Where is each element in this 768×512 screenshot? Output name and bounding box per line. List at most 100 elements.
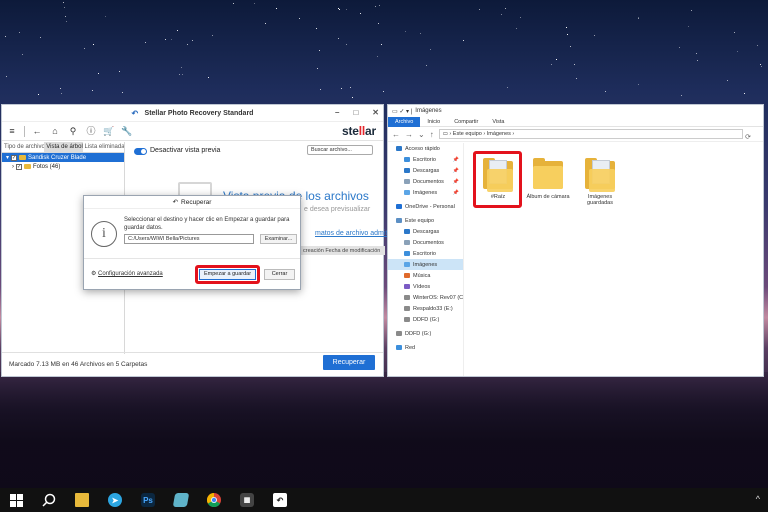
- sidebar-item[interactable]: Descargas 📌: [388, 165, 463, 176]
- refresh-icon[interactable]: ⟳: [745, 133, 751, 141]
- sidebar-item[interactable]: Imágenes 📌: [388, 187, 463, 198]
- cart-icon[interactable]: 🛒: [103, 125, 115, 137]
- sidebar-item[interactable]: Descargas: [388, 226, 463, 237]
- browse-button[interactable]: Examinar...: [260, 234, 297, 244]
- ribbon-tab-view[interactable]: Vista: [485, 117, 511, 127]
- tree-item-fotos[interactable]: › ✓ Fotos (46): [2, 162, 124, 171]
- sidebar-item[interactable]: Documentos 📌: [388, 176, 463, 187]
- star: [507, 86, 509, 88]
- ribbon-tab-share[interactable]: Compartir: [447, 117, 485, 127]
- explorer-title-bar: ▭ ✓ ▾ | Imágenes: [388, 105, 763, 117]
- toolbar-divider: [24, 125, 25, 137]
- advanced-settings-link[interactable]: ⚙ Configuración avanzada: [91, 270, 163, 277]
- sidebar-item[interactable]: DDFD (G:): [388, 328, 463, 339]
- sidebar-item[interactable]: Vídeos: [388, 281, 463, 292]
- search-input[interactable]: Buscar archivo...: [307, 145, 373, 155]
- star: [122, 92, 124, 94]
- star: [463, 40, 465, 42]
- pin-icon[interactable]: 📌: [453, 190, 459, 196]
- folder-item[interactable]: Álbum de cámara: [526, 157, 570, 200]
- preview-toggle[interactable]: [134, 148, 147, 155]
- folder-label: Imágenes guardadas: [587, 194, 613, 206]
- star: [264, 23, 266, 25]
- taskbar-stellar[interactable]: ↶: [267, 488, 293, 512]
- forward-icon[interactable]: →: [405, 130, 413, 139]
- sidebar-item[interactable]: Red: [388, 342, 463, 353]
- star: [145, 41, 147, 43]
- back-icon[interactable]: ←: [392, 130, 400, 139]
- tree-item-drive[interactable]: ▾ ✓ Sandisk Cruzer Blade: [2, 153, 124, 162]
- stellar-app-icon: ↶: [273, 493, 287, 507]
- expand-icon[interactable]: ›: [12, 164, 14, 170]
- pin-icon[interactable]: 📌: [453, 157, 459, 163]
- maximize-button[interactable]: □: [353, 108, 358, 117]
- collapse-icon[interactable]: ▾: [6, 154, 9, 161]
- tools-icon[interactable]: 🔧: [121, 125, 133, 137]
- star: [171, 39, 173, 40]
- checkbox[interactable]: ✓: [16, 163, 22, 170]
- star: [555, 58, 557, 60]
- destination-path-field[interactable]: C:/Users/WIWI Bella/Pictures: [124, 234, 254, 244]
- taskbar-file-explorer[interactable]: [69, 488, 95, 512]
- sidebar-item[interactable]: Acceso rápido: [388, 143, 463, 154]
- dialog-message: Seleccionar el destino y hacer clic en E…: [124, 217, 290, 231]
- sidebar-item[interactable]: Este equipo: [388, 215, 463, 226]
- ribbon-tab-home[interactable]: Inicio: [420, 117, 447, 127]
- quick-access-toolbar-icon[interactable]: ▭ ✓ ▾ |: [392, 108, 412, 115]
- star: [638, 84, 639, 86]
- sidebar-item[interactable]: Música: [388, 270, 463, 281]
- pin-icon[interactable]: 📌: [453, 168, 459, 174]
- sidebar-item[interactable]: Documentos: [388, 237, 463, 248]
- star: [695, 52, 697, 54]
- ribbon-tab-file[interactable]: Archivo: [388, 116, 421, 127]
- tab-file-type[interactable]: Tipo de archivo: [2, 142, 44, 152]
- close-button[interactable]: ✕: [372, 108, 379, 117]
- column-header[interactable]: creación Fecha de modificación: [301, 246, 385, 255]
- menu-icon[interactable]: ≡: [6, 125, 18, 137]
- start-save-button[interactable]: Empezar a guardar: [199, 269, 256, 280]
- tab-tree-view[interactable]: Vista de árbol: [44, 142, 83, 152]
- recover-button[interactable]: Recuperar: [323, 355, 375, 370]
- start-button[interactable]: [3, 488, 29, 512]
- taskbar-telegram[interactable]: ➤: [102, 488, 128, 512]
- star: [756, 44, 758, 46]
- search-button[interactable]: [36, 488, 62, 512]
- taskbar-notepad[interactable]: [168, 488, 194, 512]
- file-explorer-icon: [75, 493, 89, 507]
- sidebar-item[interactable]: WinterOS: Rev07 (C: [388, 292, 463, 303]
- windows-icon: [9, 493, 23, 507]
- star: [345, 9, 347, 11]
- sidebar-item[interactable]: Escritorio: [388, 248, 463, 259]
- tray-chevron-icon[interactable]: ^: [756, 494, 760, 504]
- sidebar-item[interactable]: Imágenes: [388, 259, 463, 270]
- stellar-toolbar: ≡ ← ⌂ ⚲ ⓘ 🛒 🔧: [2, 122, 383, 141]
- sidebar-item[interactable]: Respaldo33 (E:): [388, 303, 463, 314]
- star: [405, 31, 407, 33]
- taskbar-photoshop[interactable]: Ps: [135, 488, 161, 512]
- folder-item[interactable]: #Raíz: [476, 157, 520, 200]
- folder-item[interactable]: Imágenes guardadas: [578, 157, 622, 206]
- sidebar-item[interactable]: OneDrive - Personal: [388, 201, 463, 212]
- star: [212, 35, 214, 37]
- tab-deleted-list[interactable]: Lista eliminada: [83, 142, 125, 152]
- sidebar-item[interactable]: Escritorio 📌: [388, 154, 463, 165]
- checkbox[interactable]: ✓: [11, 154, 18, 161]
- taskbar-calculator[interactable]: ▦: [234, 488, 260, 512]
- up-icon[interactable]: ↑: [430, 130, 434, 139]
- recent-dropdown-icon[interactable]: ⌄: [418, 130, 425, 139]
- star: [733, 32, 735, 34]
- taskbar-chrome[interactable]: [201, 488, 227, 512]
- back-icon[interactable]: ←: [31, 125, 43, 137]
- home-icon[interactable]: ⌂: [49, 125, 61, 137]
- dialog-close-button[interactable]: Cerrar: [264, 269, 295, 280]
- info-icon[interactable]: ⓘ: [85, 125, 97, 137]
- pin-icon[interactable]: 📌: [453, 179, 459, 185]
- sidebar-item-icon: [404, 306, 410, 311]
- scan-icon[interactable]: ⚲: [67, 125, 79, 137]
- address-bar[interactable]: ▭ › Este equipo › Imágenes ›: [438, 129, 743, 139]
- preview-toggle-label: Desactivar vista previa: [150, 147, 221, 154]
- star: [501, 13, 503, 15]
- minimize-button[interactable]: –: [335, 108, 339, 117]
- sidebar-item[interactable]: DDFD (G:): [388, 314, 463, 325]
- window-controls: – □ ✕: [335, 108, 379, 117]
